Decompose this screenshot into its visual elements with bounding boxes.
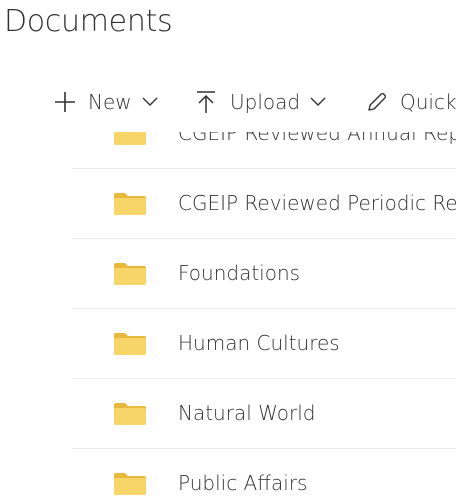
folder-icon	[114, 403, 146, 425]
quick-label: Quick	[400, 90, 456, 114]
command-bar: New Upload Quick	[0, 80, 456, 124]
page-title: Documents	[4, 4, 173, 39]
upload-label: Upload	[230, 90, 301, 114]
chevron-down-icon	[310, 97, 326, 107]
list-item[interactable]: Human Cultures	[72, 309, 456, 379]
pencil-icon	[366, 91, 388, 113]
file-list: CGEIP Reviewed Annual Rep CGEIP Reviewed…	[0, 132, 456, 500]
folder-icon	[114, 333, 146, 355]
quick-edit-button[interactable]: Quick	[366, 80, 456, 124]
plus-icon	[54, 91, 76, 113]
list-item[interactable]: CGEIP Reviewed Periodic Re	[72, 169, 456, 239]
new-button[interactable]: New	[54, 80, 158, 124]
upload-button[interactable]: Upload	[196, 80, 326, 124]
chevron-down-icon	[142, 97, 158, 107]
upload-icon	[196, 90, 216, 114]
folder-icon	[114, 193, 146, 215]
item-name: Natural World	[178, 401, 316, 425]
folder-icon	[114, 263, 146, 285]
new-label: New	[88, 90, 132, 114]
item-name: Foundations	[178, 261, 301, 285]
folder-icon	[114, 132, 146, 145]
folder-icon	[114, 473, 146, 495]
list-item[interactable]: Foundations	[72, 239, 456, 309]
item-name: Human Cultures	[178, 331, 340, 355]
item-name: CGEIP Reviewed Periodic Re	[178, 191, 456, 215]
item-name: CGEIP Reviewed Annual Rep	[178, 132, 456, 145]
list-item[interactable]: Public Affairs	[72, 449, 456, 500]
item-name: Public Affairs	[178, 471, 308, 495]
list-item[interactable]: Natural World	[72, 379, 456, 449]
list-item[interactable]: CGEIP Reviewed Annual Rep	[72, 132, 456, 169]
